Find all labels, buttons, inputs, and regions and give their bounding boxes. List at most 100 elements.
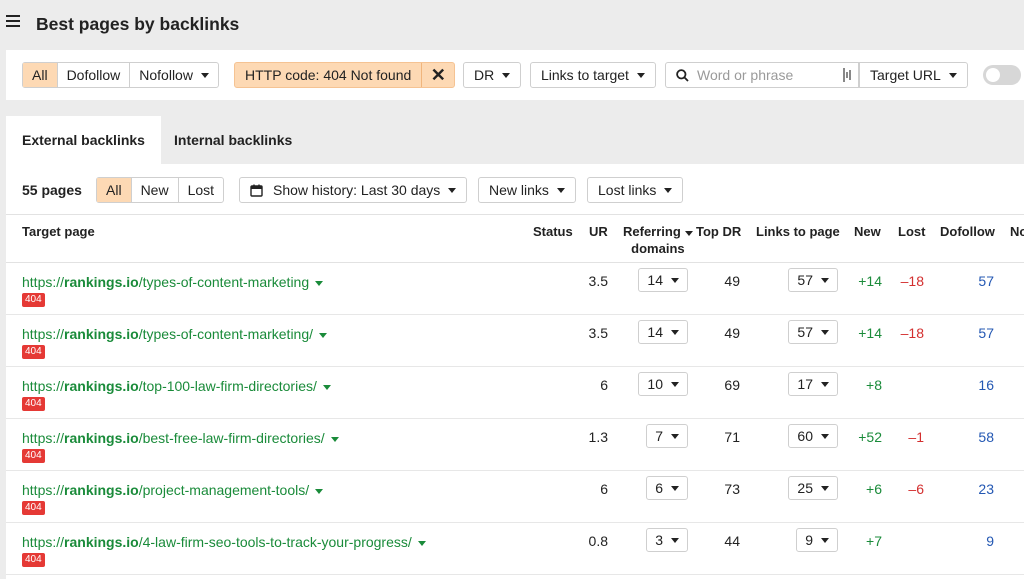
links-to-page-dropdown[interactable]: 17	[788, 372, 838, 396]
col-target-page[interactable]: Target page	[22, 224, 95, 239]
lost-links-value[interactable]: –18	[901, 325, 924, 341]
col-nofollow[interactable]: No	[1010, 224, 1024, 239]
new-links-dropdown[interactable]: New links	[478, 177, 576, 203]
url-prefix: https://	[22, 482, 65, 498]
links-to-page-value: 25	[797, 480, 813, 496]
target-url-link[interactable]: https://rankings.io/types-of-content-mar…	[22, 274, 324, 290]
referring-domains-dropdown[interactable]: 10	[638, 372, 688, 396]
dofollow-value[interactable]: 16	[978, 377, 994, 393]
filter-all[interactable]: All	[23, 63, 58, 87]
ur-value: 6	[600, 481, 608, 497]
top-dr-value: 73	[724, 481, 740, 497]
history-dropdown[interactable]: Show history: Last 30 days	[239, 177, 468, 203]
http-code-label: HTTP code: 404 Not found	[235, 63, 423, 87]
new-links-value[interactable]: +6	[866, 481, 882, 497]
target-url-link[interactable]: https://rankings.io/types-of-content-mar…	[22, 326, 328, 342]
table-row: https://rankings.io/top-100-law-firm-dir…	[6, 367, 1024, 419]
page-title: Best pages by backlinks	[36, 14, 240, 34]
url-prefix: https://	[22, 534, 65, 550]
links-to-page-dropdown[interactable]: 57	[788, 268, 838, 292]
new-links-value[interactable]: +14	[858, 273, 882, 289]
target-url-link[interactable]: https://rankings.io/top-100-law-firm-dir…	[22, 378, 331, 394]
chevron-down-icon	[671, 277, 679, 283]
menu-icon[interactable]	[6, 15, 20, 29]
chevron-down-icon[interactable]	[319, 332, 328, 338]
search-input[interactable]	[697, 67, 837, 83]
links-to-page-dropdown[interactable]: 9	[796, 528, 838, 552]
col-ur[interactable]: UR	[589, 224, 608, 239]
search-box	[665, 62, 859, 88]
toggle-switch[interactable]	[983, 65, 1021, 85]
dofollow-value[interactable]: 57	[978, 325, 994, 341]
links-to-target-label: Links to target	[541, 67, 629, 83]
dofollow-value[interactable]: 58	[978, 429, 994, 445]
search-icon	[676, 68, 689, 82]
status-lost[interactable]: Lost	[179, 178, 223, 202]
chevron-down-icon[interactable]	[315, 488, 324, 494]
chevron-down-icon[interactable]	[322, 384, 331, 390]
calendar-icon	[250, 184, 263, 197]
dofollow-value[interactable]: 57	[978, 273, 994, 289]
status-new[interactable]: New	[132, 178, 179, 202]
new-links-value[interactable]: +8	[866, 377, 882, 393]
chevron-down-icon	[821, 277, 829, 283]
tab-internal-backlinks[interactable]: Internal backlinks	[158, 116, 308, 164]
target-url-link[interactable]: https://rankings.io/4-law-firm-seo-tools…	[22, 534, 426, 550]
col-top-dr[interactable]: Top DR	[696, 224, 741, 239]
table-row: https://rankings.io/project-management-t…	[6, 471, 1024, 523]
lost-links-value[interactable]: –18	[901, 273, 924, 289]
referring-domains-dropdown[interactable]: 6	[646, 476, 688, 500]
url-domain: rankings.io	[64, 326, 139, 342]
tab-external-backlinks[interactable]: External backlinks	[6, 116, 161, 164]
filter-nofollow[interactable]: Nofollow	[130, 63, 218, 87]
table-header: Target page Status UR Referring domains …	[6, 214, 1024, 263]
http-code-filter[interactable]: HTTP code: 404 Not found ✕	[234, 62, 456, 88]
chevron-down-icon	[671, 329, 679, 335]
links-to-page-value: 57	[797, 272, 813, 288]
target-url-link[interactable]: https://rankings.io/project-management-t…	[22, 482, 324, 498]
dr-dropdown[interactable]: DR	[463, 62, 522, 88]
chevron-down-icon[interactable]	[330, 436, 339, 442]
table-row: https://rankings.io/best-free-law-firm-d…	[6, 419, 1024, 471]
referring-domains-dropdown[interactable]: 7	[646, 424, 688, 448]
target-dropdown[interactable]: Target URL	[859, 62, 968, 88]
new-links-value[interactable]: +14	[858, 325, 882, 341]
status-all[interactable]: All	[97, 178, 132, 202]
col-referring-domains[interactable]: Referring domains	[623, 224, 693, 256]
referring-domains-dropdown[interactable]: 3	[646, 528, 688, 552]
lost-links-value[interactable]: –6	[908, 481, 924, 497]
results-panel: 55 pages All New Lost Show history: Last…	[6, 164, 1024, 579]
lost-links-value[interactable]: –1	[908, 429, 924, 445]
col-links-to-page[interactable]: Links to page	[756, 224, 840, 239]
links-to-page-dropdown[interactable]: 57	[788, 320, 838, 344]
col-status[interactable]: Status	[533, 224, 573, 239]
new-links-value[interactable]: +52	[858, 429, 882, 445]
links-to-target-dropdown[interactable]: Links to target	[530, 62, 656, 88]
new-links-value[interactable]: +7	[866, 533, 882, 549]
target-url-link[interactable]: https://rankings.io/best-free-law-firm-d…	[22, 430, 339, 446]
chevron-down-icon	[664, 187, 673, 193]
col-new[interactable]: New	[854, 224, 881, 239]
target-label: Target URL	[870, 67, 941, 83]
referring-domains-dropdown[interactable]: 14	[638, 320, 688, 344]
referring-domains-dropdown[interactable]: 14	[638, 268, 688, 292]
links-to-page-dropdown[interactable]: 60	[788, 424, 838, 448]
chevron-down-icon	[821, 329, 829, 335]
lost-links-label: Lost links	[598, 182, 657, 198]
chevron-down-icon[interactable]	[315, 280, 324, 286]
links-to-page-dropdown[interactable]: 25	[788, 476, 838, 500]
referring-domains-value: 10	[647, 376, 663, 392]
ur-value: 6	[600, 377, 608, 393]
chevron-down-icon	[671, 433, 679, 439]
close-icon[interactable]: ✕	[422, 63, 454, 87]
lost-links-dropdown[interactable]: Lost links	[587, 177, 684, 203]
col-lost[interactable]: Lost	[898, 224, 925, 239]
search-mode-icon[interactable]	[842, 68, 852, 82]
dr-label: DR	[474, 67, 495, 83]
dofollow-value[interactable]: 9	[986, 533, 994, 549]
chevron-down-icon[interactable]	[417, 540, 426, 546]
dofollow-value[interactable]: 23	[978, 481, 994, 497]
col-dofollow[interactable]: Dofollow	[940, 224, 995, 239]
filter-dofollow[interactable]: Dofollow	[58, 63, 131, 87]
chevron-down-icon	[671, 537, 679, 543]
